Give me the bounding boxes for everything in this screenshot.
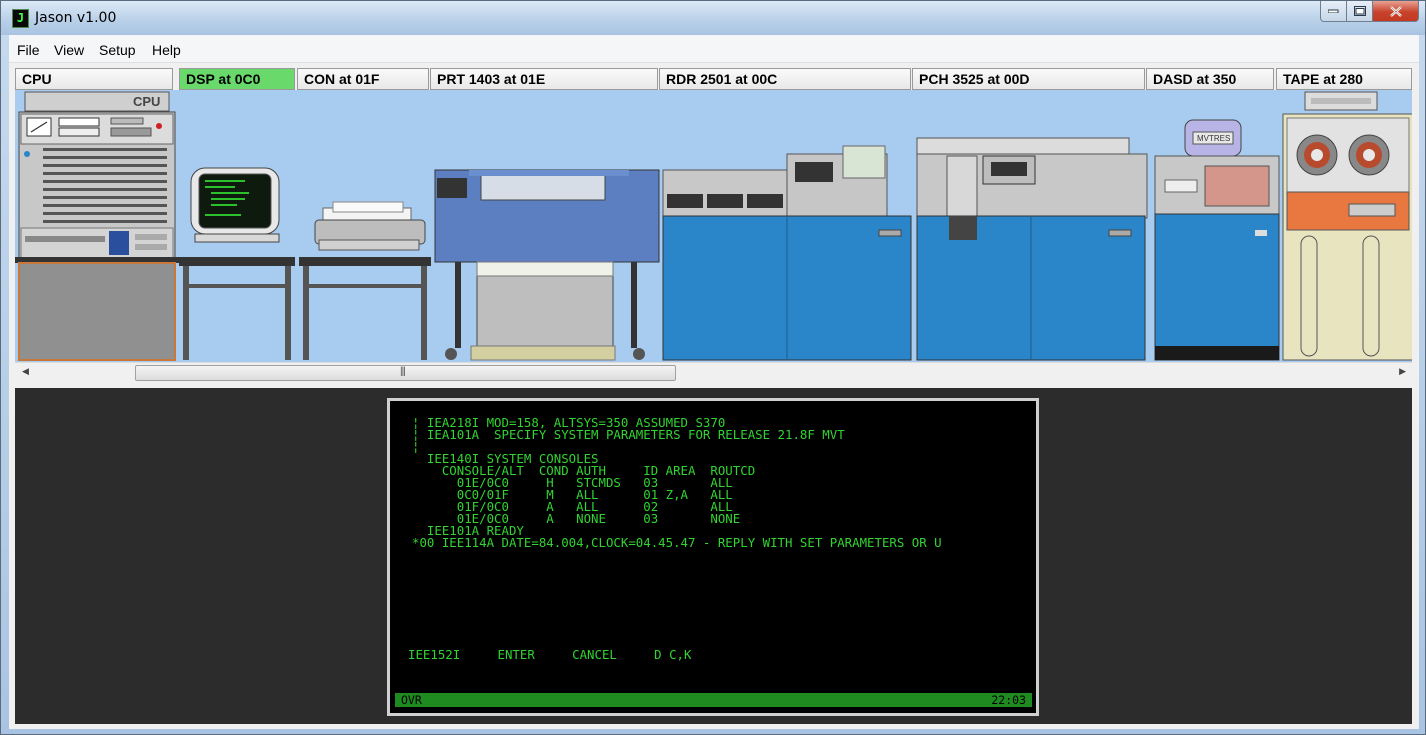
card-punch-3525[interactable] [916,137,1148,361]
terminal-output: ¦ IEA218I MOD=158, ALTSYS=350 ASSUMED S3… [412,405,942,549]
card-reader-2501[interactable] [662,145,912,361]
cpu-machine[interactable]: CPU [15,91,179,361]
client-area: File View Setup Help CPU DSP at 0C0 CON … [9,35,1419,729]
menu-view[interactable]: View [54,42,84,58]
window-title: Jason v1.00 [35,10,117,26]
maximize-icon [1353,6,1366,16]
hardware-panel: CPU MVTRES [15,90,1412,362]
status-mode: OVR [401,693,422,707]
terminal-screen[interactable]: ¦ IEA218I MOD=158, ALTSYS=350 ASSUMED S3… [387,398,1039,716]
cpu-label: CPU [133,94,160,109]
tab-cpu[interactable]: CPU [15,68,173,90]
terminal-status-bar: OVR 22:03 [395,693,1032,707]
minimize-icon [1328,9,1339,13]
status-clock: 22:03 [991,693,1026,707]
scroll-right-arrow-icon[interactable]: ▶ [1399,366,1406,377]
terminal-line: ¦ IEA101A SPECIFY SYSTEM PARAMETERS FOR … [412,427,845,442]
dasd-drive[interactable]: MVTRES [1154,119,1280,361]
tab-prt[interactable]: PRT 1403 at 01E [430,68,658,90]
tape-drive[interactable] [1282,91,1412,361]
maximize-button[interactable] [1347,1,1373,22]
terminal-pf-keys: IEE152I ENTER CANCEL D C,K [408,647,692,662]
app-icon: J [12,9,29,28]
title-bar[interactable]: J Jason v1.00 [1,1,1425,35]
tab-dasd[interactable]: DASD at 350 [1146,68,1274,90]
device-tab-bar: CPU DSP at 0C0 CON at 01F PRT 1403 at 01… [15,68,1412,90]
close-icon [1389,5,1402,17]
scroll-thumb[interactable]: ||| [135,365,676,381]
hardware-horizontal-scrollbar[interactable]: ◀ ||| ▶ [15,362,1412,382]
tab-tape[interactable]: TAPE at 280 [1276,68,1412,90]
tab-con[interactable]: CON at 01F [297,68,429,90]
console-typewriter[interactable] [299,201,431,360]
menu-setup[interactable]: Setup [99,42,136,58]
menu-help[interactable]: Help [152,42,181,58]
menu-bar: File View Setup Help [9,35,1419,63]
tab-dsp[interactable]: DSP at 0C0 [179,68,295,90]
application-window: J Jason v1.00 File View Setup Help CPU D… [0,0,1426,735]
menu-file[interactable]: File [17,42,40,58]
terminal-line: *00 IEE114A DATE=84.004,CLOCK=04.45.47 -… [412,535,942,550]
tab-rdr[interactable]: RDR 2501 at 00C [659,68,911,90]
scroll-left-arrow-icon[interactable]: ◀ [22,366,29,377]
dasd-volume-label: MVTRES [1197,134,1230,143]
minimize-button[interactable] [1320,1,1347,22]
display-terminal[interactable] [179,167,295,360]
close-button[interactable] [1373,1,1419,22]
printer-1403[interactable] [434,169,660,361]
console-area: ¦ IEA218I MOD=158, ALTSYS=350 ASSUMED S3… [15,388,1412,724]
tab-pch[interactable]: PCH 3525 at 00D [912,68,1145,90]
